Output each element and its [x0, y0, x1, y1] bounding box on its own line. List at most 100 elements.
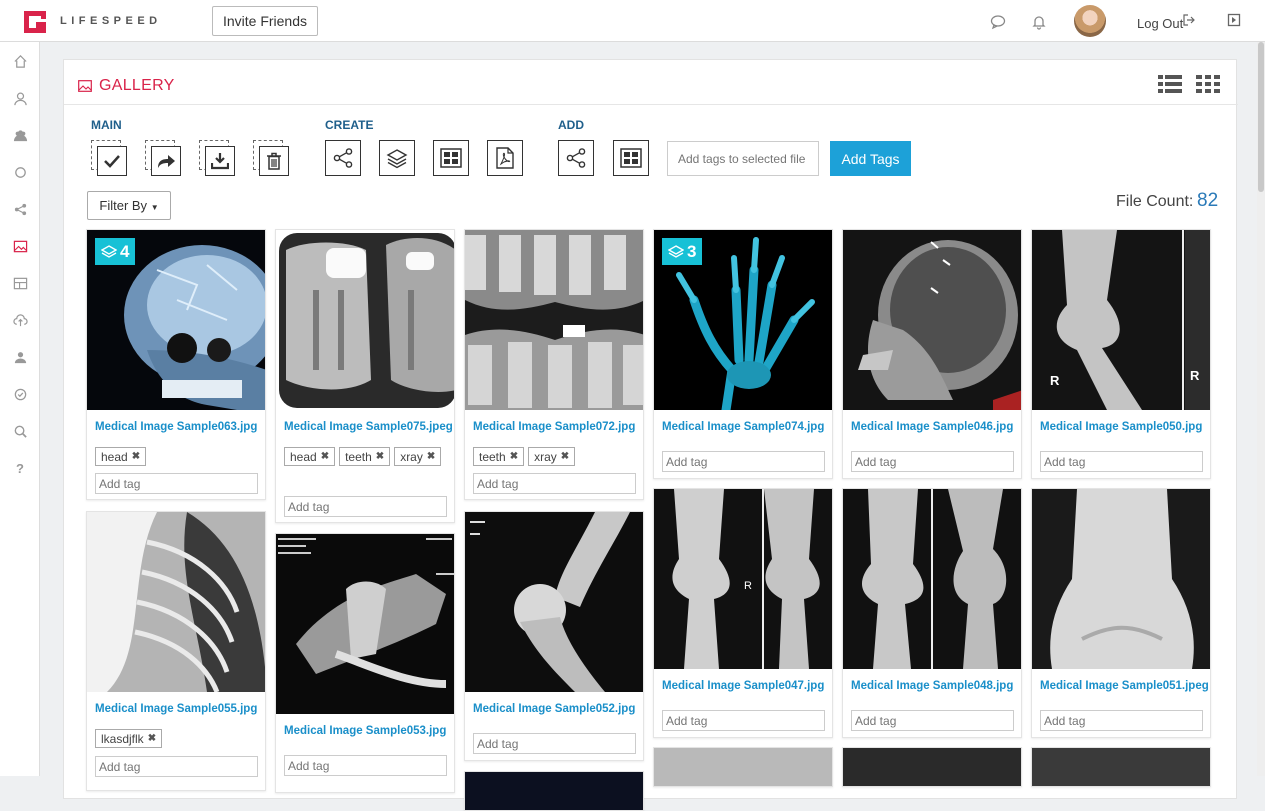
create-layout-button[interactable]	[433, 140, 469, 176]
gallery-card[interactable]: Medical Image Sample053.jpg	[275, 533, 455, 793]
image-thumbnail[interactable]	[87, 512, 265, 692]
create-pdf-button[interactable]	[487, 140, 523, 176]
sidebar-item-search[interactable]	[0, 413, 40, 450]
add-tag-input[interactable]	[284, 755, 447, 776]
sidebar-item-layout[interactable]	[0, 265, 40, 302]
file-name-link[interactable]: Medical Image Sample055.jpg	[95, 703, 257, 715]
sidebar-item-home[interactable]	[0, 43, 40, 80]
download-button[interactable]	[199, 140, 235, 176]
gallery-card[interactable]: Medical Image Sample052.jpg	[464, 511, 644, 761]
add-layout-button[interactable]	[613, 140, 649, 176]
remove-tag-icon[interactable]: ✖	[510, 451, 518, 462]
gallery-card[interactable]: 4 Medical Image Sample063.jpg head ✖	[86, 229, 266, 500]
sidebar-item-help[interactable]: ?	[0, 450, 40, 487]
file-name-link[interactable]: Medical Image Sample074.jpg	[662, 421, 824, 433]
gallery-card[interactable]: Medical Image Sample046.jpg	[842, 229, 1022, 479]
add-tag-input[interactable]	[1040, 710, 1203, 731]
sidebar-item-gallery[interactable]	[0, 228, 40, 265]
gallery-card[interactable]	[653, 747, 833, 787]
sidebar-item-circle[interactable]	[0, 154, 40, 191]
image-thumbnail[interactable]	[465, 512, 643, 692]
remove-tag-icon[interactable]: ✖	[561, 451, 569, 462]
remove-tag-icon[interactable]: ✖	[427, 451, 435, 462]
logout-icon[interactable]	[1183, 14, 1195, 29]
add-tag-input[interactable]	[1040, 451, 1203, 472]
invite-friends-button[interactable]: Invite Friends	[212, 6, 318, 36]
create-share-button[interactable]	[325, 140, 361, 176]
image-thumbnail[interactable]: 3	[654, 230, 832, 410]
image-thumbnail[interactable]	[276, 534, 454, 714]
image-thumbnail[interactable]: R	[654, 489, 832, 669]
image-thumbnail[interactable]	[1032, 489, 1210, 669]
file-name-link[interactable]: Medical Image Sample053.jpg	[284, 725, 446, 737]
add-tags-button[interactable]: Add Tags	[830, 141, 911, 176]
remove-tag-icon[interactable]: ✖	[148, 733, 156, 744]
gallery-card[interactable]: R Medical Image Sample047.jpg	[653, 488, 833, 738]
image-thumbnail[interactable]	[465, 230, 643, 410]
sidebar-item-contacts[interactable]	[0, 339, 40, 376]
selected-files-tag-input[interactable]	[667, 141, 819, 176]
remove-tag-icon[interactable]: ✖	[321, 451, 329, 462]
select-all-button[interactable]	[91, 140, 127, 176]
gallery-card[interactable]	[1031, 747, 1211, 787]
gallery-card[interactable]	[464, 771, 644, 811]
list-view-icon[interactable]	[1158, 74, 1182, 94]
chat-icon[interactable]	[989, 14, 1007, 32]
image-thumbnail[interactable]	[276, 230, 454, 410]
image-thumbnail[interactable]	[654, 748, 832, 786]
sidebar-item-profile[interactable]	[0, 80, 40, 117]
file-name-link[interactable]: Medical Image Sample075.jpeg	[284, 421, 453, 433]
add-tag-input[interactable]	[95, 473, 258, 494]
add-tag-input[interactable]	[95, 756, 258, 777]
file-name-link[interactable]: Medical Image Sample047.jpg	[662, 680, 824, 692]
add-tag-input[interactable]	[284, 496, 447, 517]
remove-tag-icon[interactable]: ✖	[132, 451, 140, 462]
file-name-link[interactable]: Medical Image Sample048.jpg	[851, 680, 1013, 692]
gallery-card[interactable]: Medical Image Sample075.jpeg head ✖ teeth…	[275, 229, 455, 523]
create-stack-button[interactable]	[379, 140, 415, 176]
sidebar-item-tasks[interactable]	[0, 376, 40, 413]
gallery-card[interactable]: Medical Image Sample048.jpg	[842, 488, 1022, 738]
user-avatar[interactable]	[1074, 5, 1106, 37]
remove-tag-icon[interactable]: ✖	[376, 451, 384, 462]
image-thumbnail[interactable]	[843, 748, 1021, 786]
file-name-link[interactable]: Medical Image Sample052.jpg	[473, 703, 635, 715]
gallery-card[interactable]: 3 Medical Image Sample074.jpg	[653, 229, 833, 479]
add-tag-input[interactable]	[662, 451, 825, 472]
gallery-card[interactable]: Medical Image Sample055.jpg lkasdjflk ✖	[86, 511, 266, 791]
sidebar-item-groups[interactable]	[0, 117, 40, 154]
delete-button[interactable]	[253, 140, 289, 176]
file-name-link[interactable]: Medical Image Sample051.jpeg	[1040, 680, 1209, 692]
image-thumbnail[interactable]: R R	[1032, 230, 1210, 410]
file-name-link[interactable]: Medical Image Sample072.jpg	[473, 421, 635, 433]
add-tag-input[interactable]	[851, 451, 1014, 472]
scrollbar-thumb[interactable]	[1258, 42, 1264, 192]
gallery-card[interactable]: Medical Image Sample051.jpeg	[1031, 488, 1211, 738]
gallery-card[interactable]: Medical Image Sample072.jpg teeth ✖ xray ✖	[464, 229, 644, 500]
page-scrollbar[interactable]	[1257, 42, 1265, 776]
lifespeed-logo-icon[interactable]	[22, 9, 48, 35]
sidebar-item-share[interactable]	[0, 191, 40, 228]
panel-toggle-icon[interactable]	[1225, 13, 1243, 31]
grid-view-icon[interactable]	[1196, 74, 1220, 94]
forward-button[interactable]	[145, 140, 181, 176]
file-name-link[interactable]: Medical Image Sample046.jpg	[851, 421, 1013, 433]
gallery-card[interactable]	[842, 747, 1022, 787]
sidebar-item-upload[interactable]	[0, 302, 40, 339]
image-thumbnail[interactable]: 4	[87, 230, 265, 410]
image-thumbnail[interactable]	[465, 772, 643, 810]
add-tag-input[interactable]	[662, 710, 825, 731]
add-tag-input[interactable]	[473, 473, 636, 494]
add-share-button[interactable]	[558, 140, 594, 176]
image-thumbnail[interactable]	[843, 230, 1021, 410]
add-tag-input[interactable]	[851, 710, 1014, 731]
filter-by-dropdown[interactable]: Filter By ▼	[87, 191, 171, 220]
file-name-link[interactable]: Medical Image Sample063.jpg	[95, 421, 257, 433]
file-name-link[interactable]: Medical Image Sample050.jpg	[1040, 421, 1202, 433]
bell-icon[interactable]	[1030, 14, 1048, 32]
image-thumbnail[interactable]	[843, 489, 1021, 669]
gallery-card[interactable]: R R Medical Image Sample050.jpg	[1031, 229, 1211, 479]
add-tag-input[interactable]	[473, 733, 636, 754]
image-thumbnail[interactable]	[1032, 748, 1210, 786]
logout-link[interactable]: Log Out	[1137, 16, 1183, 31]
